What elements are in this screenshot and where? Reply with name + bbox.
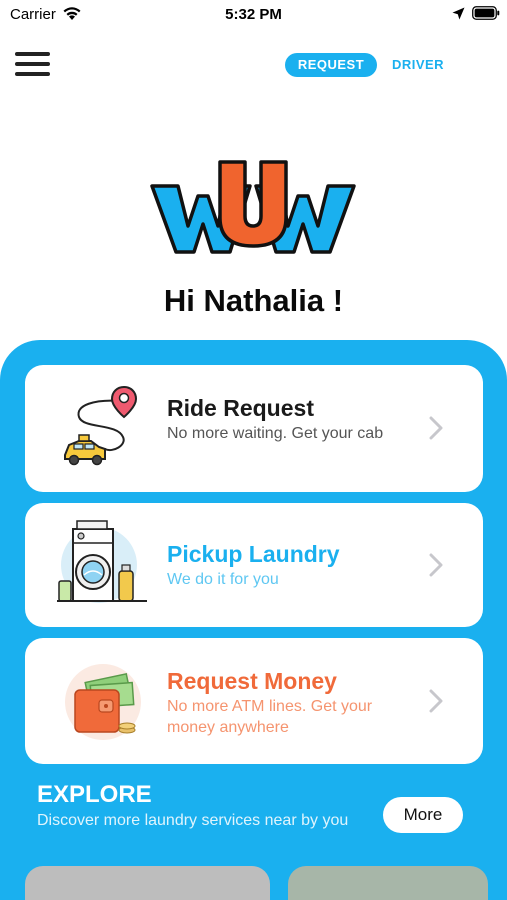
status-bar: Carrier 5:32 PM: [0, 0, 507, 30]
taxi-route-icon: [64, 385, 138, 466]
pickup-laundry-subtitle: We do it for you: [167, 571, 279, 588]
chevron-right-icon[interactable]: [429, 553, 443, 577]
explore-subtitle: Discover more laundry services near by y…: [37, 812, 349, 829]
ride-request-title: Ride Request: [167, 395, 314, 421]
request-money-card[interactable]: Request Money No more ATM lines. Get you…: [25, 638, 483, 764]
pickup-laundry-title: Pickup Laundry: [167, 541, 340, 567]
hamburger-menu-icon[interactable]: [15, 50, 51, 78]
more-button[interactable]: More: [383, 797, 463, 833]
washing-machine-icon: [57, 520, 147, 603]
location-arrow-icon: [452, 7, 465, 20]
wuw-logo: [150, 160, 356, 254]
wallet-money-icon: [65, 664, 141, 740]
explore-heading: EXPLORE: [37, 781, 152, 808]
greeting-heading: Hi Nathalia !: [163, 283, 344, 318]
chevron-right-icon[interactable]: [429, 689, 443, 713]
ride-request-subtitle: No more waiting. Get your cab: [167, 425, 384, 442]
battery-icon: [472, 6, 500, 20]
ride-request-card[interactable]: Ride Request No more waiting. Get your c…: [25, 365, 483, 492]
request-segment-button[interactable]: REQUEST: [285, 53, 377, 77]
laundry-service-thumbnail[interactable]: [25, 866, 270, 900]
request-money-title: Request Money: [167, 668, 337, 694]
driver-segment-button[interactable]: DRIVER: [380, 53, 456, 77]
laundry-service-thumbnail[interactable]: [288, 866, 488, 900]
request-money-subtitle: No more ATM lines. Get your money anywhe…: [167, 698, 373, 736]
clock: 5:32 PM: [225, 6, 282, 23]
chevron-right-icon[interactable]: [429, 416, 443, 440]
pickup-laundry-card[interactable]: Pickup Laundry We do it for you: [25, 503, 483, 627]
